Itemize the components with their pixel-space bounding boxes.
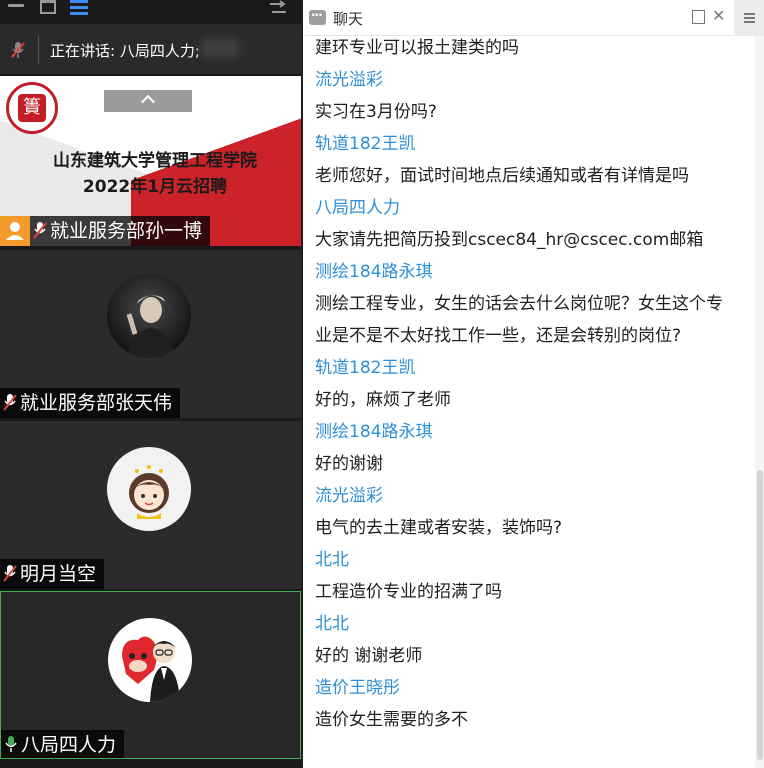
list-view-icon[interactable] xyxy=(70,0,88,18)
video-tile-presenter[interactable]: 簣 山东建筑大学管理工程学院 2022年1月云招聘 就业服务部孙一博 xyxy=(0,76,301,246)
chat-sender-name[interactable]: 测绘184路永琪 xyxy=(315,260,432,284)
chat-message-text: 好的 谢谢老师 xyxy=(315,646,423,666)
chat-message-list[interactable]: 建环专业可以报土建类的吗 流光溢彩 实习在3月份吗? 轨道182王凯 老师您好，面试时间… xyxy=(303,36,753,768)
video-toolbar xyxy=(0,0,301,20)
participant-name: 明月当空 xyxy=(20,563,97,585)
chat-message-text: 实习在3月份吗? xyxy=(315,102,437,122)
chat-sender-name[interactable]: 流光溢彩 xyxy=(315,484,383,508)
mic-active-icon xyxy=(5,736,17,752)
speaking-text: 正在讲话: 八局四人力; xyxy=(50,42,200,60)
minimize-icon[interactable] xyxy=(8,4,24,7)
chat-title: 聊天 xyxy=(333,10,364,28)
chat-sender-name[interactable]: 北北 xyxy=(315,612,349,636)
maximize-icon[interactable] xyxy=(40,0,56,14)
video-tile-participant[interactable]: 就业服务部张天伟 xyxy=(0,250,301,418)
menu-icon[interactable] xyxy=(734,0,764,36)
mic-muted-icon xyxy=(33,222,47,239)
participant-name: 八局四人力 xyxy=(21,734,117,756)
chat-message-text: 建环专业可以报土建类的吗 xyxy=(315,38,519,58)
participant-name-tag: 明月当空 xyxy=(0,559,105,589)
participant-name-tag: 就业服务部孙一博 xyxy=(30,216,211,246)
university-logo: 簣 xyxy=(6,82,58,134)
chat-message-text: 业是不是不太好找工作一些，还是会转别的岗位? xyxy=(315,326,682,346)
chat-message-text: 电气的去土建或者安装，装饰吗? xyxy=(315,518,563,538)
chat-message-text: 好的，麻烦了老师 xyxy=(315,390,451,410)
avatar xyxy=(107,274,191,358)
video-panel: 正在讲话: 八局四人力; 簣 山东建筑大学管理工程学院 2022年1月云招聘 就… xyxy=(0,0,301,768)
chat-sender-name[interactable]: 轨道182王凯 xyxy=(315,132,415,156)
scrollbar-thumb[interactable] xyxy=(757,470,763,760)
chat-sender-name[interactable]: 流光溢彩 xyxy=(315,68,383,92)
host-icon xyxy=(0,216,30,246)
chat-sender-name[interactable]: 轨道182王凯 xyxy=(315,356,415,380)
chat-message-text: 好的谢谢 xyxy=(315,454,383,474)
divider xyxy=(38,36,39,64)
slide-title: 山东建筑大学管理工程学院 xyxy=(53,151,257,171)
chat-message-text: 大家请先把简历投到cscec84_hr@cscec.com邮箱 xyxy=(315,230,704,250)
participant-name-tag: 就业服务部张天伟 xyxy=(0,388,181,418)
swap-icon[interactable] xyxy=(268,0,288,16)
chat-message-text: 老师您好，面试时间地点后续通知或者有详情是吗 xyxy=(315,166,689,186)
chat-sender-name[interactable]: 造价王晓彤 xyxy=(315,676,400,700)
popout-icon[interactable] xyxy=(692,10,705,24)
video-tile-participant[interactable]: 明月当空 xyxy=(0,421,301,589)
mic-muted-icon xyxy=(3,394,17,411)
slide-subtitle: 2022年1月云招聘 xyxy=(82,177,228,197)
chat-message-text: 工程造价专业的招满了吗 xyxy=(315,582,502,602)
mic-muted-icon xyxy=(3,565,17,582)
chat-header: 聊天 ✕ xyxy=(303,0,764,36)
avatar xyxy=(108,618,192,702)
blurred-name xyxy=(200,38,240,58)
chat-message-text: 测绘工程专业，女生的话会去什么岗位呢？女生这个专 xyxy=(315,294,723,314)
participant-name: 就业服务部孙一博 xyxy=(50,220,203,242)
mic-muted-icon[interactable] xyxy=(10,41,26,59)
participant-name: 就业服务部张天伟 xyxy=(20,392,173,414)
speaking-indicator-bar: 正在讲话: 八局四人力; xyxy=(0,24,301,74)
chat-sender-name[interactable]: 北北 xyxy=(315,548,349,572)
chat-panel: 聊天 ✕ 建环专业可以报土建类的吗流光溢彩实习在3月份吗?轨道182王凯老师您好… xyxy=(303,0,764,768)
chat-sender-name[interactable]: 八局四人力 xyxy=(315,196,400,220)
avatar xyxy=(107,447,191,531)
chat-message-text: 造价女生需要的多不 xyxy=(315,710,468,730)
chat-sender-name[interactable]: 测绘184路永琪 xyxy=(315,420,432,444)
participant-name-tag: 八局四人力 xyxy=(1,730,125,758)
chat-icon xyxy=(309,5,326,25)
video-tile-active-speaker[interactable]: 八局四人力 xyxy=(0,591,301,759)
close-icon[interactable]: ✕ xyxy=(712,8,726,24)
collapse-up-icon[interactable] xyxy=(104,90,192,112)
university-logo-mark: 簣 xyxy=(18,94,46,122)
